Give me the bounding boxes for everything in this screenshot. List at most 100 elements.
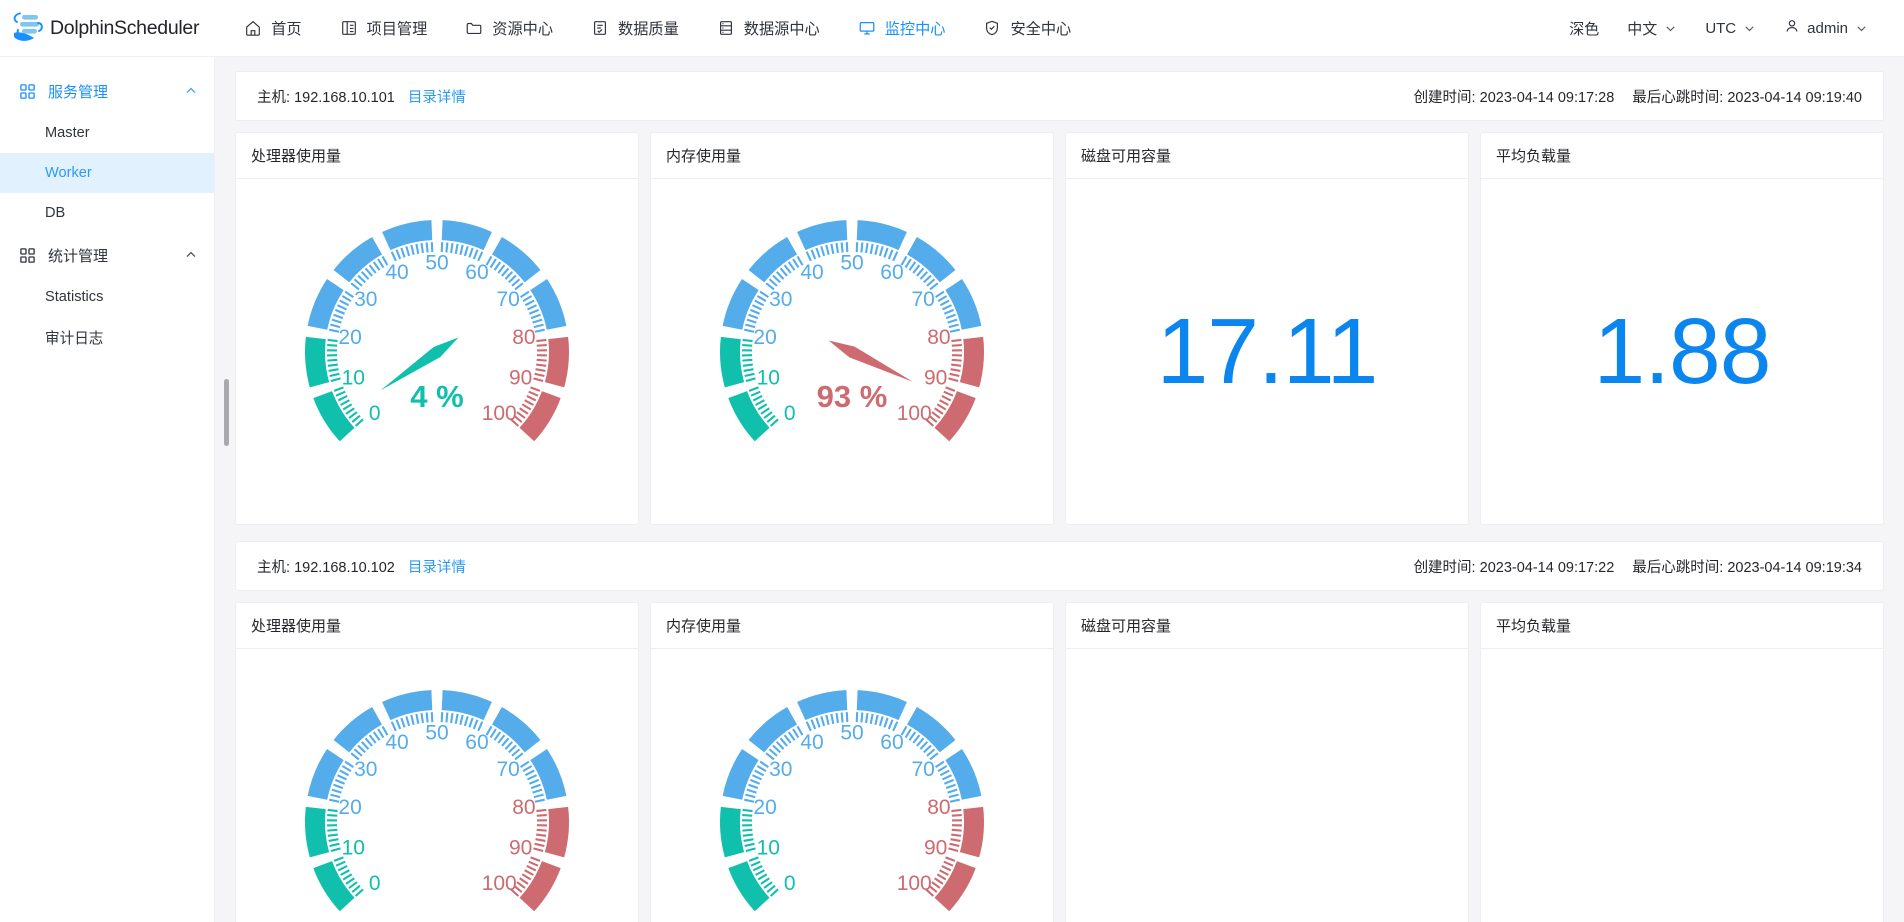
sidebar-item-master[interactable]: Master xyxy=(0,113,214,153)
host-block: 主机: 192.168.10.101 目录详情 创建时间: 2023-04-14… xyxy=(235,71,1884,525)
folder-icon xyxy=(465,19,483,37)
nav-item-monitor[interactable]: 监控中心 xyxy=(839,0,965,56)
nav-item-datasource[interactable]: 数据源中心 xyxy=(698,0,839,56)
svg-text:20: 20 xyxy=(338,325,361,348)
svg-text:0: 0 xyxy=(369,871,381,894)
content-scrollbar[interactable] xyxy=(215,57,235,922)
nav-item-home[interactable]: 首页 xyxy=(225,0,320,56)
metric-card-memory: 内存使用量 0 10 20 30 40 50 60 70 80 90 100 93 % xyxy=(650,132,1054,525)
nav-item-data-quality[interactable]: 数据质量 xyxy=(572,0,698,56)
svg-text:30: 30 xyxy=(354,757,377,780)
sidebar-group-statistics-management[interactable]: 统计管理 xyxy=(0,233,214,277)
svg-text:20: 20 xyxy=(338,795,361,818)
memory-gauge-svg: 010 20 30 40 50 60 70 80 90 100 xyxy=(720,689,984,911)
metric-card-disk-body xyxy=(1066,649,1468,922)
host-info-left: 主机: 192.168.10.101 目录详情 xyxy=(257,86,466,107)
svg-text:40: 40 xyxy=(800,731,823,754)
cpu-gauge-chart: 0 10 20 30 40 50 60 70 80 90 100 xyxy=(287,672,587,922)
svg-text:10: 10 xyxy=(757,366,780,389)
timezone-selector-label: UTC xyxy=(1705,19,1737,37)
svg-text:30: 30 xyxy=(769,757,792,780)
chevron-up-icon[interactable] xyxy=(184,84,198,98)
svg-text:80: 80 xyxy=(927,795,950,818)
host-info-right: 创建时间: 2023-04-14 09:17:28 最后心跳时间: 2023-0… xyxy=(1414,86,1862,107)
metric-card-memory: 内存使用量 0 10 20 30 40 50 60 70 80 90 100 xyxy=(650,602,1054,922)
svg-text:50: 50 xyxy=(425,251,448,274)
sidebar: 服务管理 Master Worker DB 统计管理 Statistics 审计… xyxy=(0,57,215,922)
grid-icon xyxy=(19,83,36,100)
host-info-bar: 主机: 192.168.10.101 目录详情 创建时间: 2023-04-14… xyxy=(235,71,1884,121)
timezone-selector[interactable]: UTC xyxy=(1691,20,1770,37)
chevron-up-icon[interactable] xyxy=(184,248,198,262)
host-label: 主机: 192.168.10.102 xyxy=(257,559,395,576)
chevron-down-icon xyxy=(1855,22,1868,35)
metric-card-load: 平均负载量 1.88 xyxy=(1480,132,1884,525)
nav-item-data-quality-label: 数据质量 xyxy=(618,21,679,38)
main-nav-items: 首页 项目管理 资源中心 数据质量 数据源中心 监控中心 安全中心 xyxy=(225,0,1090,56)
metric-card-cpu: 处理器使用量 0 10 20 30 40 50 60 70 80 90 100 4 % xyxy=(235,132,639,525)
svg-text:100: 100 xyxy=(897,871,932,894)
cpu-gauge-svg: 010 20 30 40 50 60 70 80 90 100 xyxy=(305,689,569,911)
metric-card-load-body xyxy=(1481,649,1883,922)
sidebar-group-service-management[interactable]: 服务管理 xyxy=(0,69,214,113)
svg-text:0: 0 xyxy=(784,871,796,894)
host-label: 主机: 192.168.10.101 xyxy=(257,89,395,106)
user-menu[interactable]: admin xyxy=(1770,18,1882,38)
svg-text:40: 40 xyxy=(385,261,408,284)
svg-text:70: 70 xyxy=(912,757,935,780)
home-icon xyxy=(244,19,262,37)
monitor-icon xyxy=(858,19,876,37)
svg-text:40: 40 xyxy=(385,731,408,754)
sidebar-group-service-management-label: 服务管理 xyxy=(48,83,109,101)
metric-card-disk-title: 磁盘可用容量 xyxy=(1066,603,1468,649)
theme-toggle-label: 深色 xyxy=(1569,20,1600,38)
language-selector[interactable]: 中文 xyxy=(1613,18,1691,39)
svg-text:0: 0 xyxy=(784,401,796,424)
created-time: 创建时间: 2023-04-14 09:17:28 xyxy=(1413,89,1615,106)
svg-text:93 %: 93 % xyxy=(817,379,888,414)
metric-card-cpu-title: 处理器使用量 xyxy=(236,133,638,179)
host-info-bar: 主机: 192.168.10.102 目录详情 创建时间: 2023-04-14… xyxy=(235,541,1884,591)
metric-card-load-title: 平均负载量 xyxy=(1481,133,1883,179)
nav-item-project[interactable]: 项目管理 xyxy=(321,0,447,56)
sidebar-item-worker-label: Worker xyxy=(45,165,92,181)
svg-text:20: 20 xyxy=(753,795,776,818)
nav-item-monitor-label: 监控中心 xyxy=(884,21,946,38)
shield-check-icon xyxy=(983,19,1001,37)
svg-text:30: 30 xyxy=(354,287,377,310)
theme-toggle[interactable]: 深色 xyxy=(1555,18,1613,39)
svg-text:90: 90 xyxy=(924,836,947,859)
average-load-value: 1.88 xyxy=(1593,299,1771,403)
cpu-gauge-svg: 010 20 30 40 50 60 70 80 90 100 4 % xyxy=(305,219,569,441)
metric-card-memory-title: 内存使用量 xyxy=(651,603,1053,649)
svg-text:30: 30 xyxy=(769,287,792,310)
svg-text:60: 60 xyxy=(465,731,488,754)
metric-card-row: 处理器使用量 0 10 20 30 40 50 60 70 80 90 100 4 % 内存使用量 xyxy=(235,132,1884,525)
disk-available-value: 17.11 xyxy=(1156,299,1379,403)
svg-text:100: 100 xyxy=(482,401,517,424)
created-time: 创建时间: 2023-04-14 09:17:22 xyxy=(1413,559,1615,576)
directory-detail-link[interactable]: 目录详情 xyxy=(408,556,466,577)
svg-text:50: 50 xyxy=(840,721,863,744)
directory-detail-link[interactable]: 目录详情 xyxy=(408,86,466,107)
sidebar-item-master-label: Master xyxy=(45,125,90,141)
metric-card-cpu-body: 0 10 20 30 40 50 60 70 80 90 100 xyxy=(236,649,638,922)
metric-card-disk: 磁盘可用容量 xyxy=(1065,602,1469,922)
user-menu-label: admin xyxy=(1807,19,1848,37)
host-info-left: 主机: 192.168.10.102 目录详情 xyxy=(257,556,466,577)
metric-card-memory-title: 内存使用量 xyxy=(651,133,1053,179)
svg-text:90: 90 xyxy=(509,366,532,389)
nav-item-resource[interactable]: 资源中心 xyxy=(446,0,572,56)
metric-card-memory-body: 0 10 20 30 40 50 60 70 80 90 100 xyxy=(651,649,1053,922)
top-navigation-bar: DolphinScheduler 首页 项目管理 资源中心 数据质量 数据源中心… xyxy=(0,0,1904,57)
svg-text:60: 60 xyxy=(880,261,903,284)
nav-item-security[interactable]: 安全中心 xyxy=(964,0,1090,56)
sidebar-item-db[interactable]: DB xyxy=(0,193,214,233)
brand[interactable]: DolphinScheduler xyxy=(10,11,199,45)
brand-name: DolphinScheduler xyxy=(50,16,200,39)
sidebar-item-statistics[interactable]: Statistics xyxy=(0,277,214,317)
sidebar-item-worker[interactable]: Worker xyxy=(0,153,214,193)
content-scrollbar-thumb[interactable] xyxy=(224,379,229,446)
svg-text:90: 90 xyxy=(509,836,532,859)
sidebar-item-audit-log[interactable]: 审计日志 xyxy=(0,317,214,357)
